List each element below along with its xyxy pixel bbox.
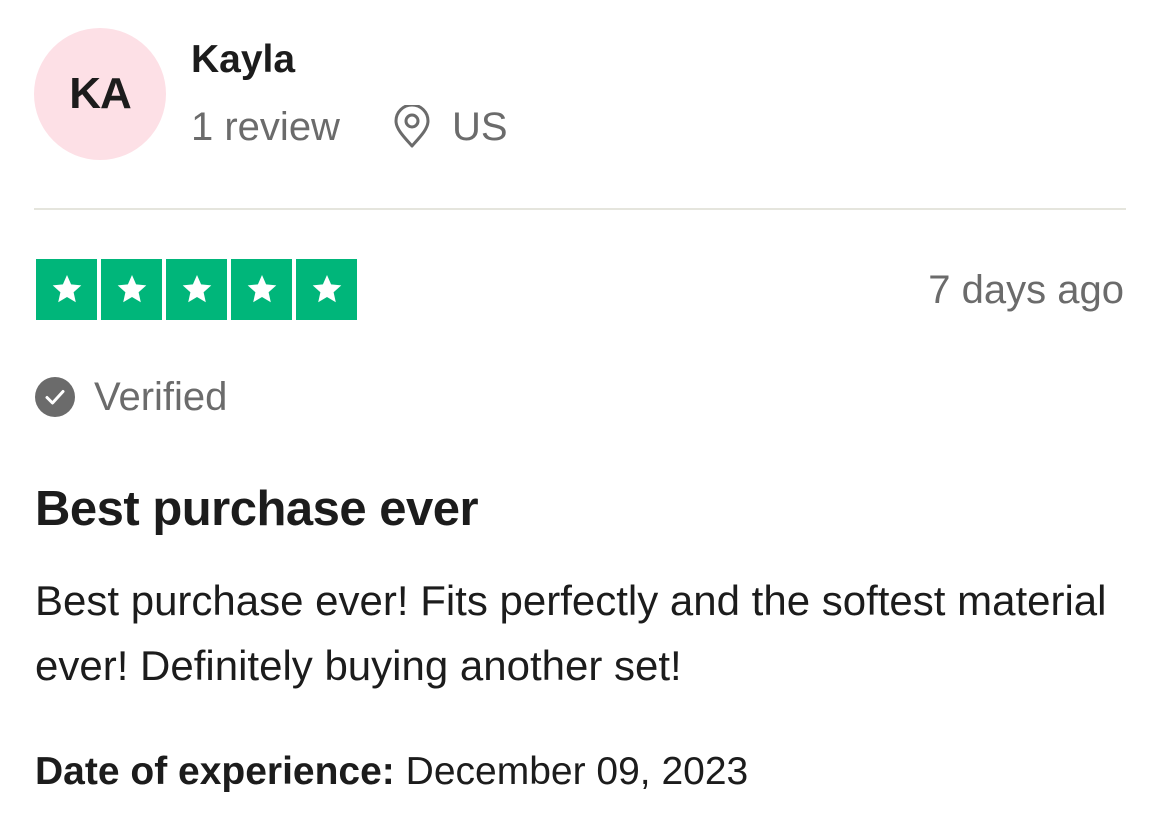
review-title[interactable]: Best purchase ever [35,481,479,537]
review-count: 1 review [191,104,340,149]
map-pin-icon [392,105,432,149]
reviewer-name[interactable]: Kayla [191,38,295,82]
reviewer-country: US [451,104,508,149]
star-icon [166,259,227,320]
date-of-experience: Date of experience: December 09, 2023 [35,750,748,794]
experience-date: December 09, 2023 [405,750,749,793]
verified-label: Verified [94,374,228,419]
star-icon [36,259,97,320]
star-icon [296,259,357,320]
divider [34,208,1126,210]
star-icon [231,259,292,320]
avatar[interactable]: KA [34,28,166,160]
verified-badge[interactable]: Verified [34,374,227,420]
review-date: 7 days ago [928,268,1124,312]
avatar-initials: KA [69,69,132,118]
review-body: Best purchase ever! Fits perfectly and t… [35,577,1107,689]
reviewer-meta: 1 review US [191,102,508,152]
check-circle-icon [34,376,76,418]
star-icon [101,259,162,320]
experience-label: Date of experience: [35,750,395,793]
star-rating [36,259,357,320]
